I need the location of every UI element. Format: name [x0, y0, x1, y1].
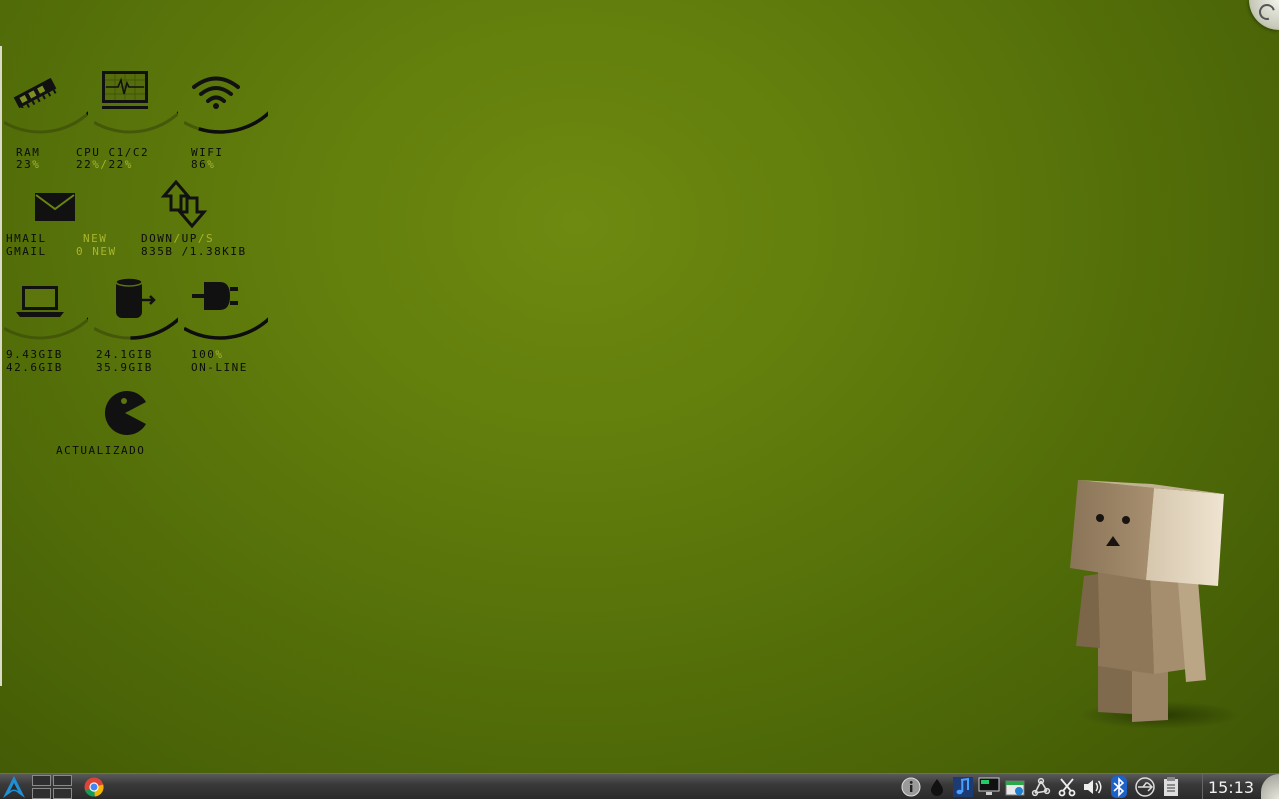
disk2-total: 35.9GIB: [96, 361, 153, 374]
gauge-track: [94, 317, 178, 340]
net-down-label: DOWN: [141, 232, 174, 245]
net-up-value: /1.38KIB: [181, 245, 247, 258]
disk1-gauge: [4, 317, 88, 340]
disk1-total: 42.6GIB: [6, 361, 63, 374]
package-icon[interactable]: [1002, 776, 1028, 798]
cardboard-robot-image: [1070, 480, 1240, 729]
scissors-icon[interactable]: [1054, 776, 1080, 798]
wifi-value-line: 86%: [191, 158, 215, 171]
gauge-track: [184, 111, 268, 134]
volume-icon[interactable]: [1080, 776, 1106, 798]
ram-unit: %: [32, 158, 41, 171]
desktop-panel-edge: [0, 46, 2, 686]
ram-gauge: [4, 111, 88, 134]
gauge-track: [4, 111, 88, 134]
panel-toolbox-button[interactable]: [1261, 774, 1279, 799]
usb-icon[interactable]: [1132, 776, 1158, 798]
power-status: ON-LINE: [191, 361, 248, 374]
power-value: 100: [191, 348, 216, 361]
gauge-fill: [198, 111, 268, 134]
net-unit-label: /S: [197, 232, 215, 245]
cpu-c2-unit: %: [124, 158, 133, 171]
desktop-2[interactable]: [53, 775, 72, 786]
wifi-value: 86: [191, 158, 208, 171]
gmail-row: GMAIL 0 NEW: [6, 245, 115, 258]
net-sep: /: [173, 232, 182, 245]
desktop-toolbox-button[interactable]: [1249, 0, 1279, 30]
monitor-icon[interactable]: [976, 776, 1002, 798]
power-value-line: 100%: [191, 348, 224, 361]
taskbar-clock[interactable]: 15:13: [1202, 774, 1259, 799]
desktop-3[interactable]: [32, 788, 51, 799]
power-gauge: [184, 317, 268, 340]
gauge-fill: [130, 317, 178, 340]
net-label-line: DOWN/UP/S: [141, 232, 214, 245]
arch-launcher-icon[interactable]: [2, 775, 26, 799]
wifi-unit: %: [207, 158, 216, 171]
net-down-value: 835B: [141, 245, 174, 258]
disk1-used: 9.43GIB: [6, 348, 63, 361]
music-note-icon[interactable]: [950, 776, 976, 798]
updates-status: ACTUALIZADO: [56, 444, 146, 457]
info-icon[interactable]: [898, 776, 924, 798]
ram-value-line: 23%: [16, 158, 40, 171]
gauge-fill: [184, 317, 268, 340]
desktop-1[interactable]: [32, 775, 51, 786]
power-unit: %: [215, 348, 224, 361]
gauge-track: [94, 111, 178, 134]
disk2-used: 24.1GIB: [96, 348, 153, 361]
clipboard-icon[interactable]: [1158, 776, 1184, 798]
cpu-sep: /: [100, 158, 109, 171]
net-value-line: 835B /1.38KIB: [141, 245, 247, 258]
gauge-track: [4, 317, 88, 340]
taskbar: 15:13: [0, 773, 1279, 799]
cpu-c2-value: 22: [108, 158, 125, 171]
gauge-fill: [85, 111, 88, 116]
up-down-arrows-icon: [160, 180, 208, 228]
cpu-value-line: 22%/22%: [76, 158, 133, 171]
gmail-status: 0 NEW: [76, 245, 117, 258]
disk2-gauge: [94, 317, 178, 340]
hmail-row: HMAIL NEW: [6, 232, 106, 245]
gmail-name: GMAIL: [6, 245, 47, 258]
system-tray: [898, 776, 1184, 798]
cpu-gauge: [94, 111, 178, 134]
chrome-icon[interactable]: [84, 777, 104, 797]
virtual-desktop-pager[interactable]: [32, 775, 72, 799]
wifi-gauge: [184, 111, 268, 134]
toolbox-icon: [1256, 1, 1278, 23]
mail-envelope-icon: [35, 193, 75, 221]
network-graph-icon[interactable]: [1028, 776, 1054, 798]
pacman-icon: [104, 391, 146, 435]
bluetooth-icon[interactable]: [1106, 776, 1132, 798]
hmail-status: NEW: [83, 232, 108, 245]
desktop-4[interactable]: [53, 788, 72, 799]
net-up-label: UP: [181, 232, 198, 245]
cpu-c1-value: 22: [76, 158, 93, 171]
drop-icon[interactable]: [924, 776, 950, 798]
hmail-name: HMAIL: [6, 232, 47, 245]
ram-value: 23: [16, 158, 33, 171]
